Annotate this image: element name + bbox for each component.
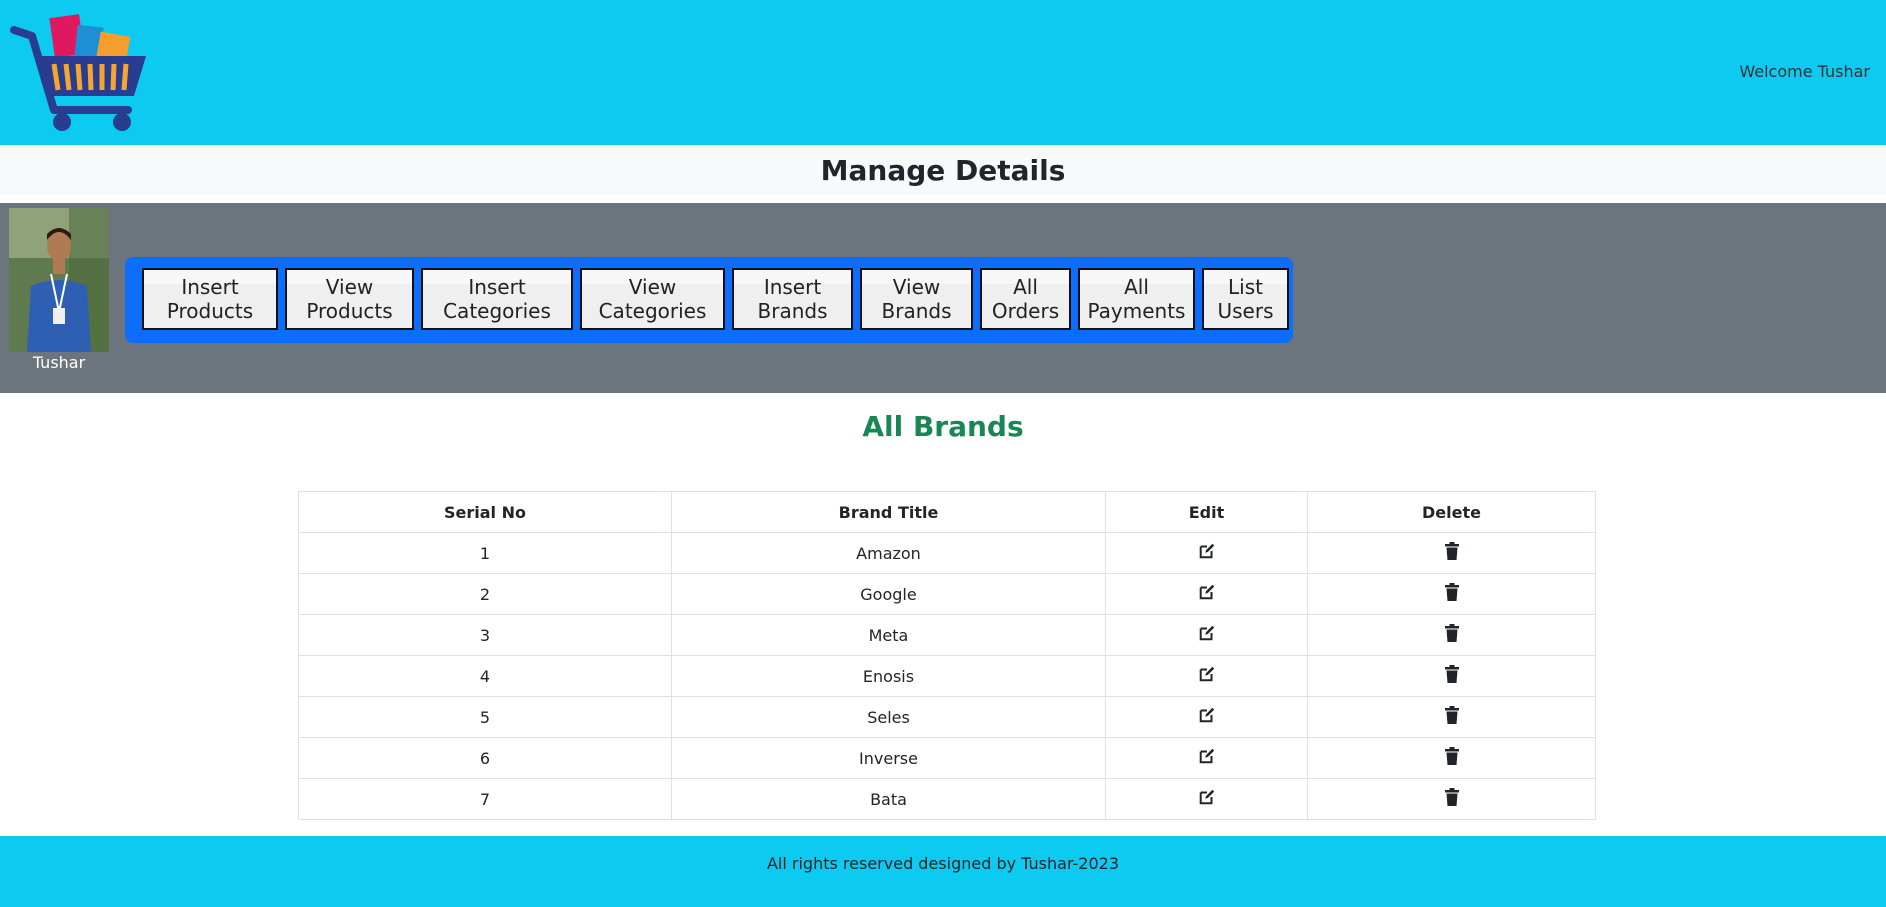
table-row: 5 Seles: [298, 696, 1596, 738]
table-header-row: Serial No Brand Title Edit Delete: [298, 491, 1596, 533]
edit-icon[interactable]: [1198, 706, 1216, 728]
edit-cell: [1105, 737, 1308, 779]
trash-icon[interactable]: [1444, 788, 1460, 810]
list-users-button[interactable]: List Users: [1202, 268, 1289, 330]
delete-cell: [1307, 737, 1596, 779]
brand-title-cell: Inverse: [671, 737, 1106, 779]
brand-title-cell: Amazon: [671, 532, 1106, 574]
column-header-delete: Delete: [1307, 491, 1596, 533]
view-categories-button[interactable]: View Categories: [580, 268, 725, 330]
footer-text: All rights reserved designed by Tushar-2…: [766, 854, 1119, 873]
edit-icon[interactable]: [1198, 788, 1216, 810]
trash-icon[interactable]: [1444, 665, 1460, 687]
brand-title-cell: Google: [671, 573, 1106, 615]
table-row: 2 Google: [298, 573, 1596, 615]
edit-cell: [1105, 778, 1308, 820]
top-navbar: Welcome Tushar: [0, 0, 1886, 145]
delete-cell: [1307, 573, 1596, 615]
table-row: 4 Enosis: [298, 655, 1596, 697]
table-row: 3 Meta: [298, 614, 1596, 656]
brand-title-cell: Meta: [671, 614, 1106, 656]
serial-cell: 7: [298, 778, 672, 820]
delete-cell: [1307, 532, 1596, 574]
edit-icon[interactable]: [1198, 542, 1216, 564]
trash-icon[interactable]: [1444, 583, 1460, 605]
view-brands-button[interactable]: View Brands: [860, 268, 973, 330]
edit-cell: [1105, 614, 1308, 656]
table-row: 1 Amazon: [298, 532, 1596, 574]
delete-cell: [1307, 696, 1596, 738]
view-products-button[interactable]: View Products: [285, 268, 414, 330]
serial-cell: 6: [298, 737, 672, 779]
delete-cell: [1307, 778, 1596, 820]
avatar: [9, 208, 109, 352]
all-payments-button[interactable]: All Payments: [1078, 268, 1195, 330]
edit-icon[interactable]: [1198, 665, 1216, 687]
edit-cell: [1105, 655, 1308, 697]
edit-icon[interactable]: [1198, 624, 1216, 646]
page-title: Manage Details: [820, 154, 1066, 187]
edit-cell: [1105, 532, 1308, 574]
brand-title-cell: Bata: [671, 778, 1106, 820]
edit-icon[interactable]: [1198, 583, 1216, 605]
column-header-serial: Serial No: [298, 491, 672, 533]
insert-categories-button[interactable]: Insert Categories: [421, 268, 573, 330]
section-title: All Brands: [862, 410, 1024, 443]
table-row: 6 Inverse: [298, 737, 1596, 779]
edit-cell: [1105, 573, 1308, 615]
all-orders-button[interactable]: All Orders: [980, 268, 1071, 330]
footer: All rights reserved designed by Tushar-2…: [0, 836, 1886, 907]
brands-table: Serial No Brand Title Edit Delete 1 Amazo…: [298, 491, 1596, 820]
insert-products-button[interactable]: Insert Products: [142, 268, 278, 330]
delete-cell: [1307, 614, 1596, 656]
serial-cell: 5: [298, 696, 672, 738]
insert-brands-button[interactable]: Insert Brands: [732, 268, 853, 330]
trash-icon[interactable]: [1444, 624, 1460, 646]
serial-cell: 4: [298, 655, 672, 697]
serial-cell: 1: [298, 532, 672, 574]
shopping-cart-logo-icon[interactable]: [10, 12, 150, 134]
trash-icon[interactable]: [1444, 747, 1460, 769]
welcome-text: Welcome Tushar: [1739, 62, 1870, 81]
brand-title-cell: Enosis: [671, 655, 1106, 697]
admin-nav: Insert Products View Products Insert Cat…: [125, 257, 1293, 343]
serial-cell: 2: [298, 573, 672, 615]
column-header-brand-title: Brand Title: [671, 491, 1106, 533]
admin-panel: Tushar Insert Products View Products Ins…: [0, 203, 1886, 393]
table-row: 7 Bata: [298, 778, 1596, 820]
trash-icon[interactable]: [1444, 706, 1460, 728]
column-header-edit: Edit: [1105, 491, 1308, 533]
delete-cell: [1307, 655, 1596, 697]
serial-cell: 3: [298, 614, 672, 656]
admin-name: Tushar: [32, 353, 86, 372]
brand-title-cell: Seles: [671, 696, 1106, 738]
manage-details-bar: Manage Details: [0, 145, 1886, 195]
edit-icon[interactable]: [1198, 747, 1216, 769]
edit-cell: [1105, 696, 1308, 738]
trash-icon[interactable]: [1444, 542, 1460, 564]
